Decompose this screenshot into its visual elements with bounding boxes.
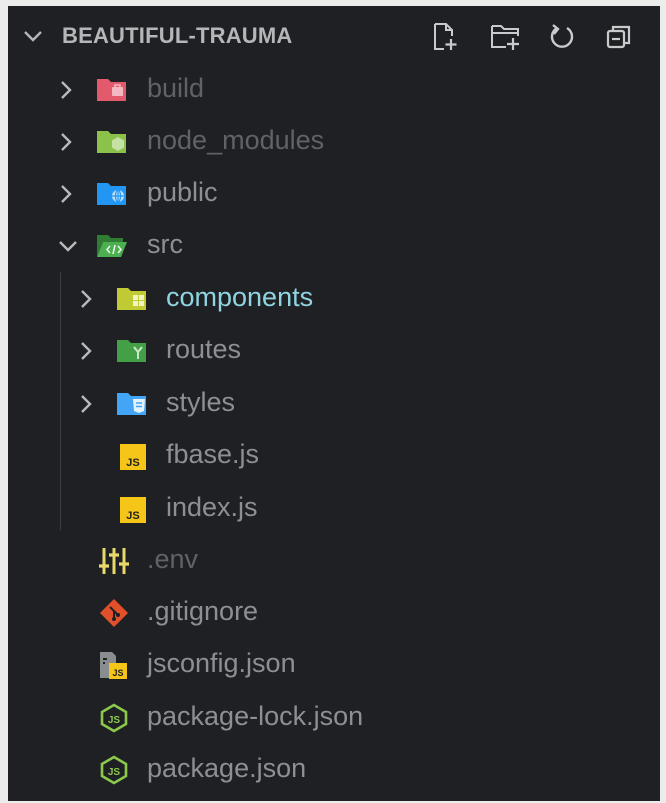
tree-item-label: package.json bbox=[147, 753, 307, 783]
tree-item-label: styles bbox=[166, 387, 236, 417]
git-icon bbox=[98, 598, 130, 627]
tree-item-styles[interactable]: styles bbox=[8, 378, 660, 430]
javascript-file-icon: JS bbox=[118, 496, 150, 524]
tree-item-label: components bbox=[166, 282, 314, 312]
explorer-panel: BEAUTIFUL-TRAUMA build node_modules publ… bbox=[8, 6, 660, 801]
tree-item-label: .gitignore bbox=[147, 596, 259, 626]
tree-item-fbase-js[interactable]: JS fbase.js bbox=[8, 430, 660, 482]
chevron-right-icon bbox=[78, 393, 94, 419]
svg-text:JS: JS bbox=[108, 767, 121, 778]
tree-item-label: build bbox=[147, 73, 205, 103]
nodejs-icon: JS bbox=[98, 703, 130, 733]
nodejs-icon: JS bbox=[98, 755, 130, 785]
tree-item-node-modules[interactable]: node_modules bbox=[8, 116, 660, 168]
tree-item-components[interactable]: components bbox=[8, 273, 660, 325]
tree-item-public[interactable]: public bbox=[8, 168, 660, 220]
chevron-right-icon bbox=[58, 131, 74, 157]
tree-item-src[interactable]: src bbox=[8, 220, 660, 272]
explorer-header[interactable]: BEAUTIFUL-TRAUMA bbox=[8, 6, 660, 70]
chevron-right-icon bbox=[58, 183, 74, 209]
tree-item-label: node_modules bbox=[147, 125, 325, 155]
tree-item-label: public bbox=[147, 177, 218, 207]
src-folder-open-icon bbox=[96, 232, 128, 260]
tree-item-label: package-lock.json bbox=[147, 701, 364, 731]
tree-item-label: .env bbox=[147, 544, 199, 574]
routes-folder-icon bbox=[116, 337, 148, 365]
build-folder-icon bbox=[96, 76, 128, 104]
svg-text:JS: JS bbox=[126, 510, 139, 522]
jsconfig-file-icon: JS bbox=[98, 650, 130, 679]
project-title: BEAUTIFUL-TRAUMA bbox=[62, 23, 293, 48]
chevron-right-icon bbox=[58, 79, 74, 105]
tree-item-index-js[interactable]: JS index.js bbox=[8, 483, 660, 535]
tree-item-label: fbase.js bbox=[166, 439, 260, 469]
tree-item-gitignore[interactable]: .gitignore bbox=[8, 587, 660, 639]
javascript-file-icon: JS bbox=[118, 443, 150, 471]
tree-item-env[interactable]: .env bbox=[8, 535, 660, 587]
new-file-icon[interactable] bbox=[428, 20, 462, 54]
tree-item-label: index.js bbox=[166, 492, 258, 522]
refresh-icon[interactable] bbox=[545, 20, 579, 54]
svg-text:JS: JS bbox=[108, 715, 121, 726]
tree-item-jsconfig-json[interactable]: JS jsconfig.json bbox=[8, 639, 660, 691]
tree-item-label: routes bbox=[166, 334, 242, 364]
tree-item-package-lock-json[interactable]: JS package-lock.json bbox=[8, 692, 660, 744]
public-folder-icon bbox=[96, 180, 128, 208]
node-folder-icon bbox=[96, 128, 128, 156]
tree-item-routes[interactable]: routes bbox=[8, 325, 660, 377]
settings-tune-icon bbox=[98, 546, 130, 574]
chevron-right-icon bbox=[78, 340, 94, 366]
svg-text:JS: JS bbox=[112, 668, 123, 678]
components-folder-icon bbox=[116, 285, 148, 313]
tree-item-build[interactable]: build bbox=[8, 64, 660, 116]
tree-item-package-json[interactable]: JS package.json bbox=[8, 744, 660, 796]
chevron-right-icon bbox=[78, 288, 94, 314]
new-folder-icon[interactable] bbox=[489, 20, 523, 54]
collapse-all-icon[interactable] bbox=[602, 20, 636, 54]
tree-item-label: jsconfig.json bbox=[147, 648, 296, 678]
chevron-down-icon[interactable] bbox=[22, 28, 44, 47]
styles-folder-icon bbox=[116, 390, 148, 418]
tree-item-label: src bbox=[147, 229, 183, 259]
svg-text:JS: JS bbox=[126, 457, 139, 469]
chevron-down-icon bbox=[57, 238, 79, 257]
